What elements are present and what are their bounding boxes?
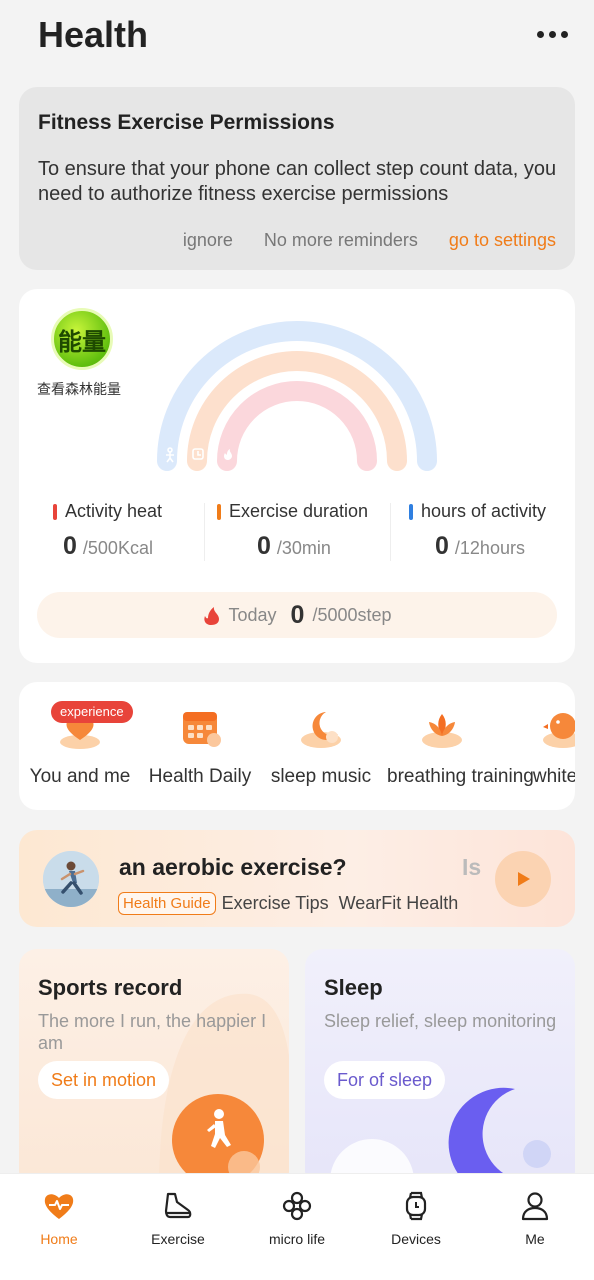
guide-headline-next: Is [462,854,482,880]
stat-value: 0 [63,532,77,560]
stat-hours-activity[interactable]: hours of activity 0/12hours [409,501,546,567]
quick-item-label: You and me [29,766,131,787]
tab-micro-life[interactable]: micro life [247,1189,347,1247]
guide-source: WearFit Health [338,893,459,913]
activity-stats: Activity heat 0/500Kcal Exercise duratio… [19,501,575,567]
tab-home[interactable]: Home [9,1189,109,1247]
experience-badge: experience [51,701,133,723]
tab-label: micro life [268,1231,325,1247]
quick-item-breathing-training[interactable]: breathing training [387,702,534,789]
tab-me[interactable]: Me [485,1189,585,1247]
guide-category: Exercise Tips [221,893,329,913]
stat-divider [204,503,205,561]
sneaker-icon [164,1192,192,1219]
app-header: Health [0,0,594,75]
clover-icon [282,1191,312,1221]
flame-icon [204,607,220,625]
permissions-title: Fitness Exercise Permissions [38,111,335,134]
stat-divider [390,503,391,561]
watch-icon [405,1191,427,1221]
guide-headline: an aerobic exercise? [119,854,347,880]
quick-item-label: white n [532,766,575,787]
more-horizontal-icon[interactable] [534,22,570,46]
go-to-settings-button[interactable]: go to settings [449,230,556,251]
stat-value: 0 [257,532,271,560]
set-in-motion-button[interactable]: Set in motion [38,1061,170,1099]
sports-record-card[interactable]: Sports record The more I run, the happie… [19,949,289,1189]
health-guide-banner[interactable]: an aerobic exercise? Is Health Guide Exe… [19,830,575,927]
sleep-title: Sleep [324,975,383,1000]
for-of-sleep-button[interactable]: For of sleep [324,1061,446,1099]
quick-item-health-daily[interactable]: Health Daily [145,702,255,789]
health-guide-tag: Health Guide [118,892,216,915]
person-icon [521,1192,549,1221]
heart-pulse-icon [44,1194,74,1219]
tab-label: Me [525,1231,545,1247]
stat-label: Activity heat [65,501,163,521]
activity-rings [157,321,437,471]
today-steps-unit: /5000step [312,604,392,625]
tab-exercise[interactable]: Exercise [128,1189,228,1247]
stat-label: hours of activity [421,501,547,521]
quick-item-white-noise[interactable]: white n [508,702,575,789]
permissions-actions: ignore No more reminders go to settings [183,230,556,251]
stat-exercise-duration[interactable]: Exercise duration 0/30min [217,501,368,567]
heat-indicator [53,503,57,520]
moon-music-icon [301,712,341,748]
duration-indicator [217,503,221,520]
stat-value: 0 [435,532,449,560]
sleep-card[interactable]: Sleep Sleep relief, sleep monitoring For… [305,949,575,1189]
guide-meta: Health Guide Exercise Tips WearFit Healt… [118,892,458,915]
stat-label: Exercise duration [229,501,369,521]
quick-access-row: You and me experience Health Daily sleep… [19,682,575,810]
no-more-reminders-button[interactable]: No more reminders [264,230,418,251]
today-steps-value: 0 [290,600,305,629]
runner-thumbnail [43,851,99,907]
tab-label: Home [40,1231,78,1247]
stat-unit: /30min [276,538,331,558]
forest-energy-badge[interactable]: 能量 [51,308,113,370]
bottom-tab-bar: Home Exercise micro life Devices Me [0,1173,594,1280]
bird-icon [543,713,575,748]
quick-item-label: Health Daily [148,766,252,787]
page-title: Health [38,14,149,55]
sports-record-subtitle: The more I run, the happier I am [38,1011,267,1053]
stat-activity-heat[interactable]: Activity heat 0/500Kcal [53,501,162,567]
stat-unit: /500Kcal [82,538,153,558]
hours-indicator [409,503,413,520]
lotus-icon [422,714,462,748]
today-steps[interactable]: Today 0 /5000step [37,592,557,638]
permissions-description: To ensure that your phone can collect st… [38,158,557,205]
activity-card: 能量 查看森林能量 Activity heat 0/500Kcal Exerci… [19,289,575,663]
forest-energy-label[interactable]: 查看森林能量 [37,379,121,399]
today-label: Today [228,604,277,625]
quick-item-label: breathing training [387,766,534,787]
play-button[interactable] [495,851,551,907]
tab-label: Exercise [151,1231,205,1247]
ignore-button[interactable]: ignore [183,230,233,251]
sports-record-title: Sports record [38,975,183,1000]
quick-item-sleep-music[interactable]: sleep music [266,702,376,789]
stat-unit: /12hours [454,538,525,558]
play-icon [518,872,530,886]
tab-label: Devices [391,1231,441,1247]
quick-item-label: sleep music [270,766,372,787]
calendar-icon [183,712,221,747]
permissions-card: Fitness Exercise Permissions To ensure t… [19,87,575,270]
tab-devices[interactable]: Devices [366,1189,466,1247]
sleep-subtitle: Sleep relief, sleep monitoring [324,1011,557,1031]
